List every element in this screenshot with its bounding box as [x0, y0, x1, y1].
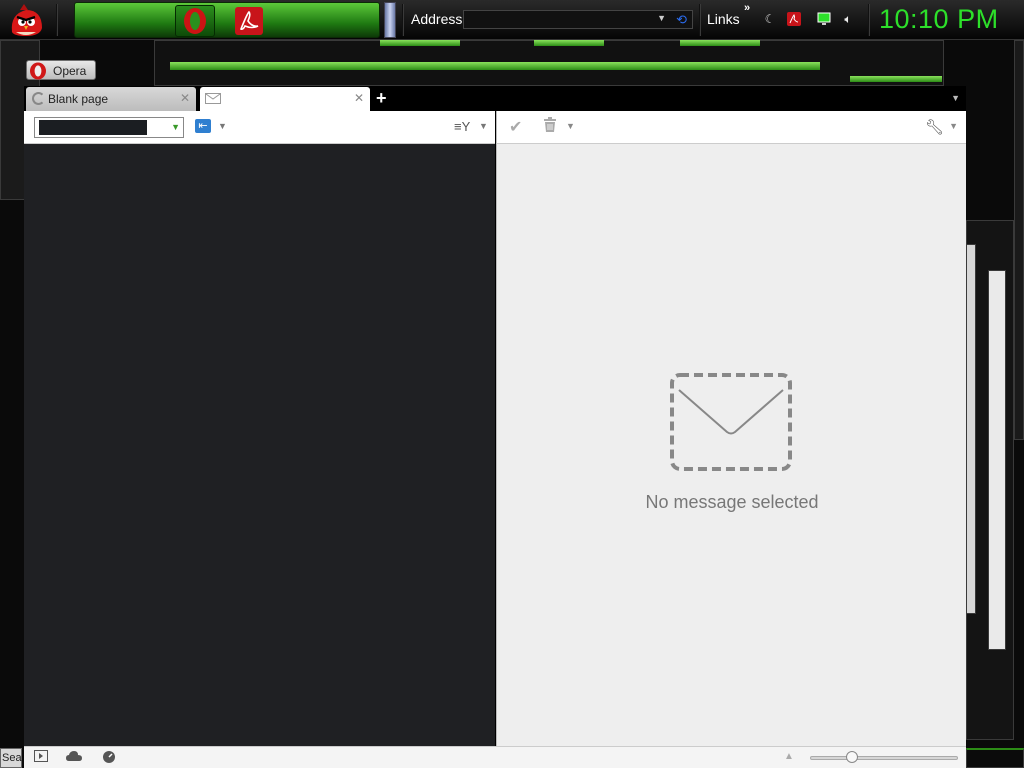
tab-bar: Blank page ✕ ✕ + ▼: [24, 86, 966, 111]
compose-icon[interactable]: ⇤: [195, 119, 211, 133]
background-window: [966, 748, 1024, 768]
links-toolbar-label: Links: [707, 11, 740, 27]
view-options-icon[interactable]: ≡Y: [454, 119, 470, 134]
tab-blank-page[interactable]: Blank page ✕: [26, 87, 196, 111]
account-select-value: [37, 120, 147, 135]
address-input[interactable]: ▼ ⟲: [463, 10, 693, 29]
background-window-bar: [170, 62, 820, 70]
chevron-down-icon[interactable]: ▼: [566, 121, 575, 131]
taskbar: Address ▼ ⟲ Links » ☾ 🔈︎ 10:10 PM: [0, 0, 1024, 40]
opera-icon: [30, 62, 46, 80]
background-window: [988, 270, 1006, 650]
tab-menu-chevron-icon[interactable]: ▼: [951, 93, 960, 103]
tray-speaker-mode-icon[interactable]: ☾: [762, 11, 778, 27]
tab-label: Blank page: [48, 92, 109, 106]
taskbar-separator: [402, 4, 404, 36]
tray-acrobat-icon[interactable]: [786, 11, 802, 27]
background-window-bar: [534, 40, 604, 46]
refresh-go-icon[interactable]: ⟲: [676, 12, 687, 28]
message-view-pane: No message selected: [496, 144, 966, 746]
close-icon[interactable]: ✕: [354, 91, 364, 105]
account-select[interactable]: ▼: [34, 117, 184, 138]
status-bar: ▲: [24, 746, 966, 768]
background-window: [966, 244, 976, 614]
system-clock[interactable]: 10:10 PM: [879, 4, 999, 35]
chevron-down-icon[interactable]: ▼: [657, 13, 666, 23]
links-chevron-icon[interactable]: »: [744, 2, 750, 14]
opera-menu-button[interactable]: Opera: [26, 60, 96, 80]
background-window: [1014, 40, 1024, 440]
opera-menu-label: Opera: [53, 64, 87, 78]
taskbar-separator: [56, 4, 58, 36]
angry-bird-start-icon[interactable]: [6, 2, 46, 38]
message-toolbar: ✔ ▼ 🔧︎ ▼: [496, 111, 966, 144]
loading-spinner-icon: [32, 92, 45, 105]
chevron-down-icon[interactable]: ▼: [171, 122, 180, 132]
acrobat-icon: [235, 7, 263, 35]
close-icon[interactable]: ✕: [180, 91, 190, 105]
chevron-down-icon[interactable]: ▼: [479, 121, 488, 131]
tab-mail[interactable]: ✕: [200, 87, 370, 111]
opera-icon: [184, 8, 206, 34]
background-window-bar: [680, 40, 760, 46]
chevron-down-icon[interactable]: ▼: [218, 121, 227, 131]
taskbar-resize-grip[interactable]: [384, 2, 396, 38]
desktop-search-stub[interactable]: Sea: [0, 748, 22, 768]
empty-state-text: No message selected: [645, 492, 819, 512]
taskbar-separator: [699, 4, 701, 36]
mail-icon: [205, 93, 221, 104]
opera-launch-button[interactable]: [175, 5, 215, 37]
background-window-bar: [380, 40, 460, 46]
background-window-bar: [850, 76, 942, 82]
message-list-pane[interactable]: [24, 144, 495, 746]
speed-dial-gauge-icon[interactable]: [102, 750, 118, 766]
quick-launch-bar: [74, 2, 380, 38]
mail-list-toolbar: ▼ ⇤ ▼ ≡Y ▼: [24, 111, 495, 144]
cloud-icon[interactable]: [66, 750, 82, 766]
address-label: Address: [411, 11, 463, 27]
check-icon[interactable]: ✔: [509, 117, 522, 137]
tray-network-icon[interactable]: [816, 11, 832, 27]
tray-volume-icon[interactable]: 🔈︎: [840, 11, 856, 27]
wrench-icon[interactable]: 🔧︎: [925, 118, 944, 136]
trash-icon[interactable]: [543, 117, 557, 133]
zoom-slider-thumb[interactable]: [846, 751, 858, 763]
opera-browser-window: Blank page ✕ ✕ + ▼ ▼ ⇤ ▼ ≡Y ▼ ✔ ▼ 🔧︎ ▼ N…: [24, 86, 966, 768]
chevron-down-icon[interactable]: ▼: [949, 121, 958, 131]
zoom-slider-track[interactable]: [810, 756, 958, 760]
desktop: Address ▼ ⟲ Links » ☾ 🔈︎ 10:10 PM Opera: [0, 0, 1024, 768]
zoom-arrow-icon[interactable]: ▲: [784, 751, 794, 762]
empty-envelope-icon: [670, 373, 792, 471]
taskbar-separator: [868, 4, 870, 36]
panel-toggle-icon[interactable]: [34, 750, 50, 766]
new-tab-plus-icon[interactable]: +: [376, 88, 387, 109]
acrobat-launch-button[interactable]: [229, 5, 269, 37]
